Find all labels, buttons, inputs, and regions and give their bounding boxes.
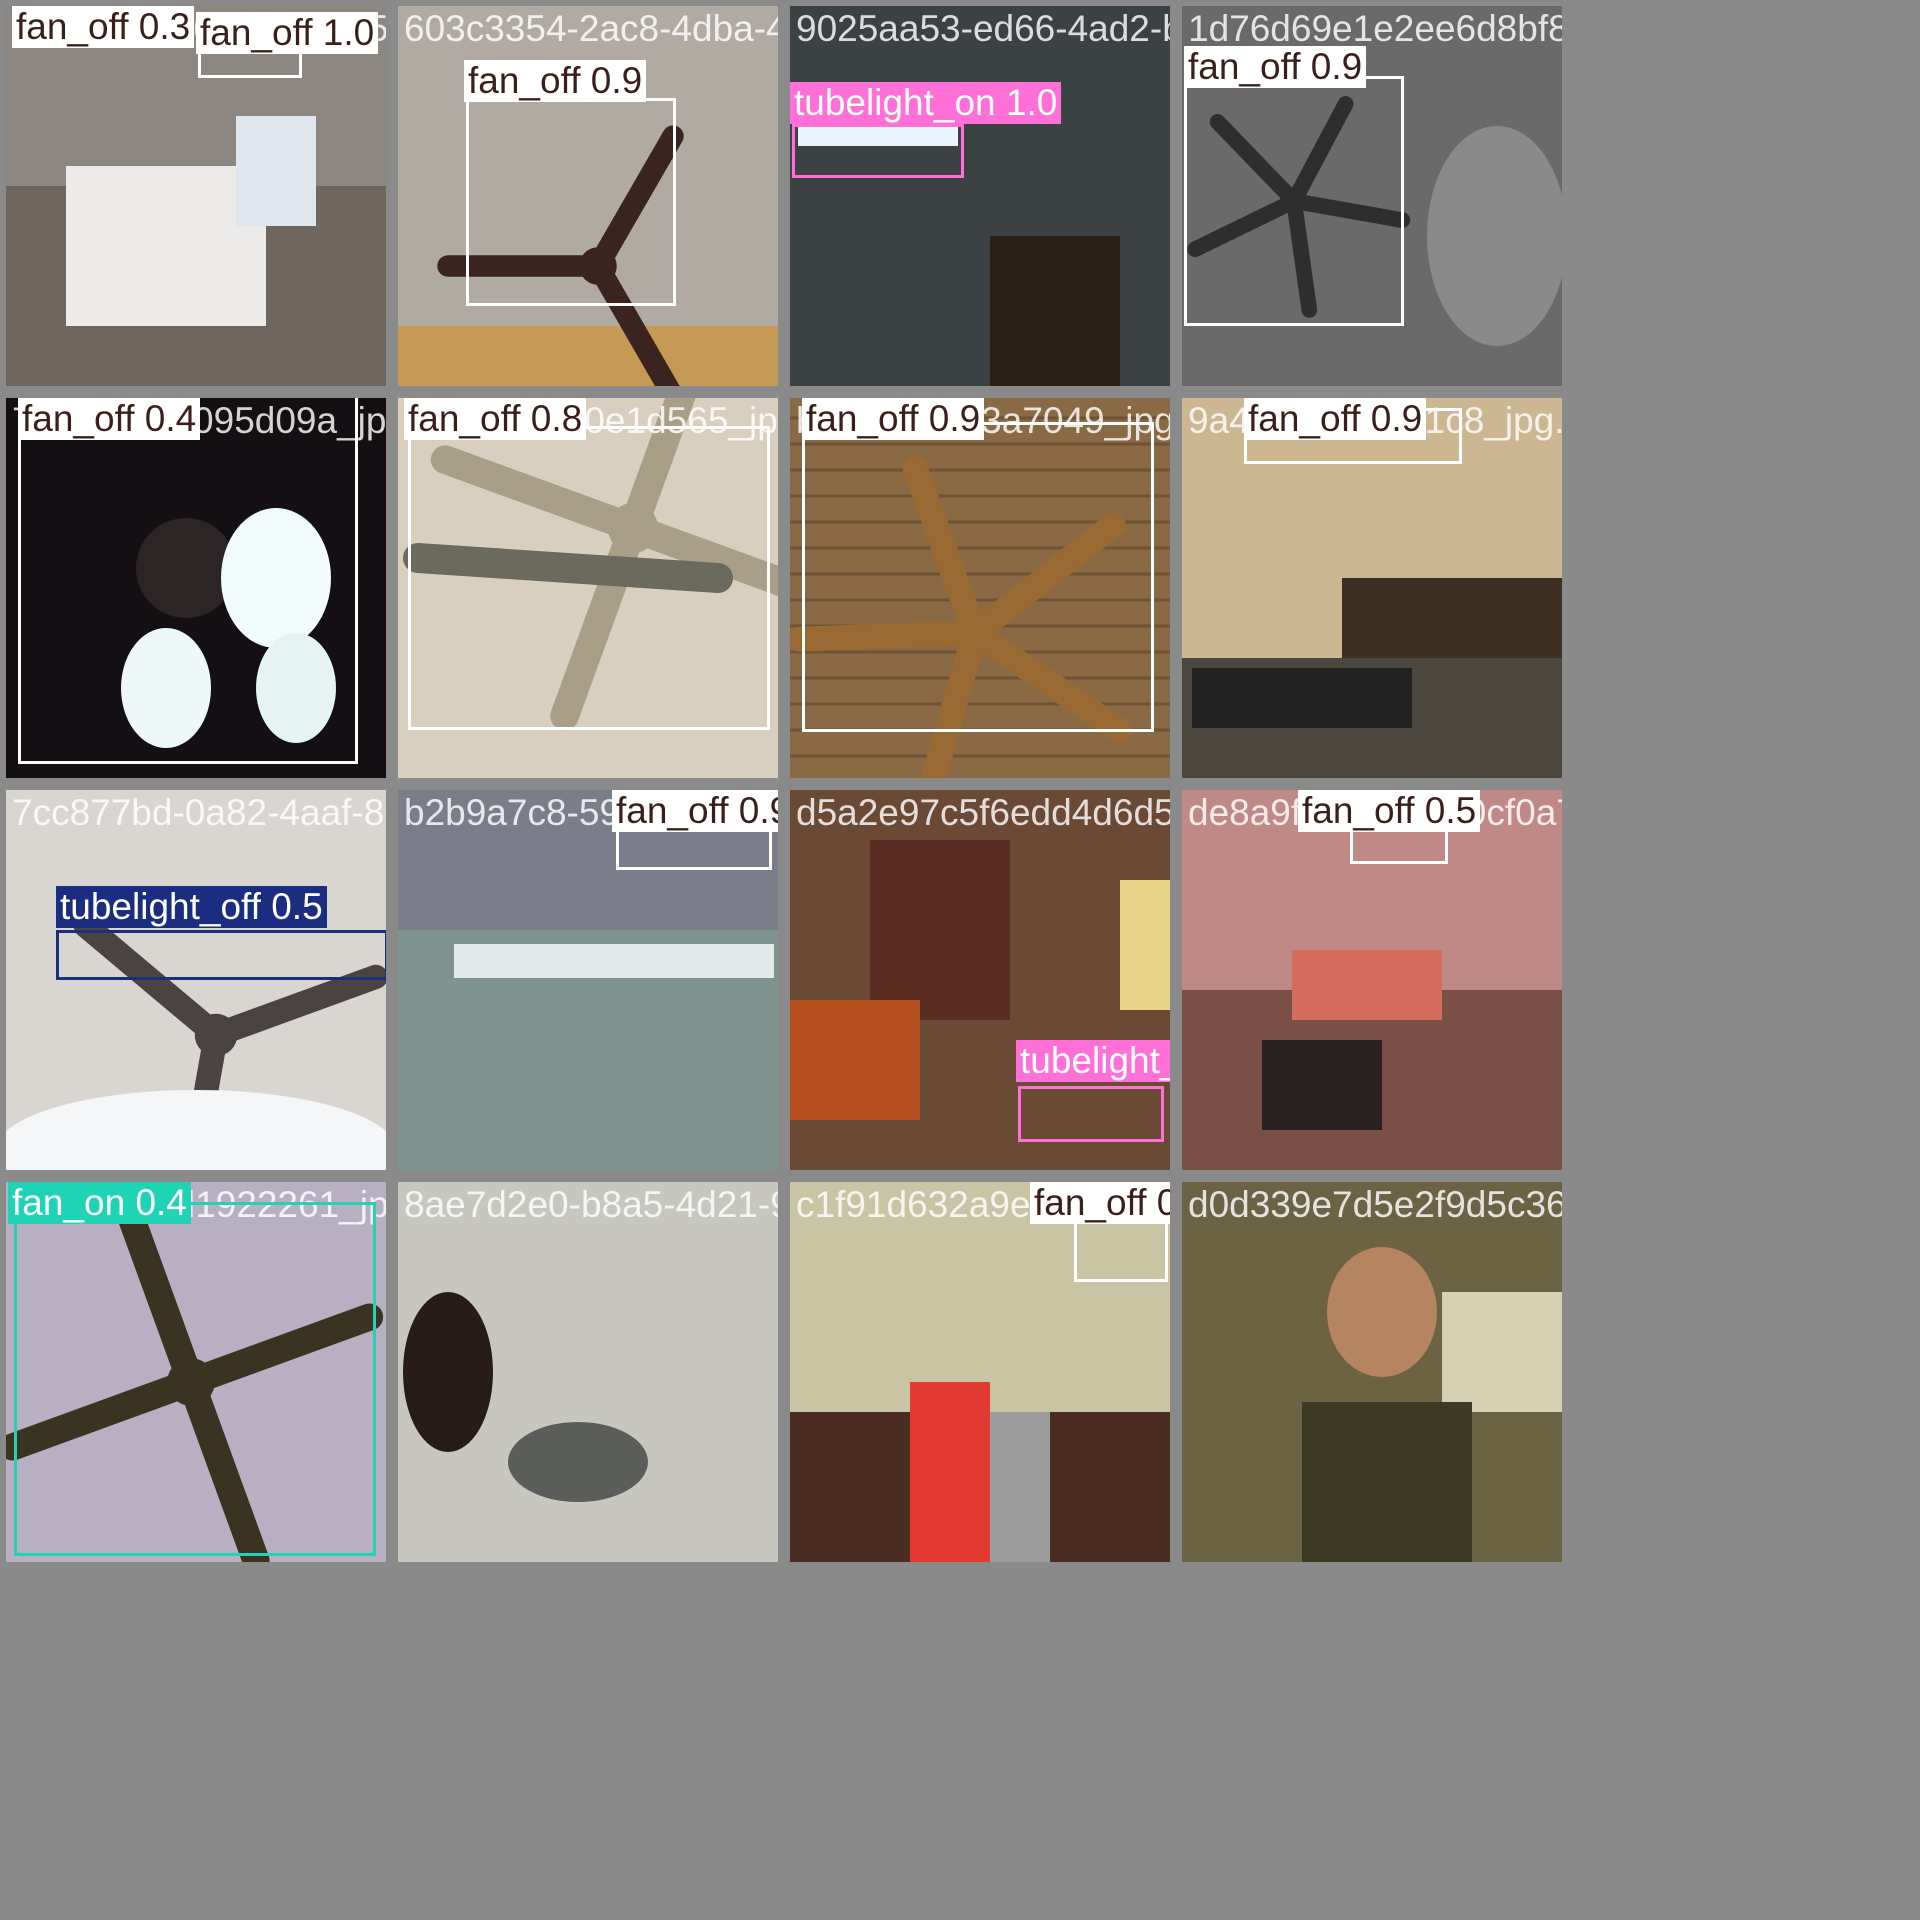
detection-label: tubelight_on 0.3 [1016, 1040, 1170, 1082]
image-tile: 7e212dc1d1922261_jpg.rf.8fan_on 0.4 [6, 1182, 386, 1562]
image-tile: b8f6f7e9db3a7049_jpg.rf.ed8fan_off 0.9 [790, 398, 1170, 778]
detection-box [56, 930, 386, 980]
detection-label: tubelight_on 1.0 [790, 82, 1062, 124]
scene-photo [6, 6, 386, 386]
scene-photo [398, 1182, 778, 1562]
detection-class: fan_off [1302, 790, 1415, 831]
detection-class: fan_off [200, 12, 313, 53]
image-tile: 7cc877bd-0a82-4aaf-8cb5-d6855bda3059_jpg… [6, 790, 386, 1170]
detection-confidence: 0.4 [135, 1182, 187, 1223]
image-tile: b2b9a7c8-591b-4509-bae8-2f55d9f7d63e_jpg… [398, 790, 778, 1170]
image-tile: 1d76d69e1e2ee6d8bf8e5_jpg.rf.55fan_off 0… [1182, 6, 1562, 386]
image-tile: 7c84bd3c1095d09a_jpg.rf.9afan_off 0.4 [6, 398, 386, 778]
detection-class: fan_off [468, 60, 581, 101]
image-tile: 9025aa53-ed66-4ad2-b6c6-b7f8-1d9d2c6b1bc… [790, 6, 1170, 386]
scene-photo [6, 790, 386, 1170]
detection-class: fan_on [12, 1182, 126, 1223]
detection-class: fan_off [16, 6, 129, 47]
image-tile: 7c72ca1646a8a03fd8533a54ae3fd4ac5cd03fan… [6, 6, 386, 386]
detection-class: tubelight_on [794, 82, 996, 123]
image-tile: de8a9f1d5b7a1d0cf0a7rf.07fan_off 0.5 [1182, 790, 1562, 1170]
image-tile: d5a2e97c5f6edd4d6d5e4_jpg.rf.d4tubelight… [790, 790, 1170, 1170]
detection-confidence: 0.5 [1424, 790, 1477, 831]
detection-label: fan_off 0.3 [12, 6, 195, 48]
detection-label: tubelight_off 0.5 [56, 886, 327, 928]
detection-confidence: 0.5 [271, 886, 323, 927]
detection-label: fan_off 0.9 [464, 60, 647, 102]
detection-confidence: 0.9 [738, 790, 778, 831]
image-tile: 8ae7d2e0-b8a5-4d21-95cc-6e9929a8e8b9 [398, 1182, 778, 1562]
detection-confidence: 0.9 [928, 398, 981, 439]
detection-label: fan_off 0.5 [1298, 790, 1481, 832]
detection-class: fan_off [1248, 398, 1361, 439]
detection-class: tubelight_on [1020, 1040, 1170, 1081]
detection-box [14, 1202, 376, 1556]
detection-class: fan_off [408, 398, 521, 439]
detection-confidence: 1.0 [322, 12, 375, 53]
image-tile: c1f91d632a9e1c2e0e9ab9_jpg.rf.94fan_off … [790, 1182, 1170, 1562]
detection-label: fan_off 0.8 [1030, 1182, 1170, 1224]
detection-class: fan_off [806, 398, 919, 439]
detection-box [802, 422, 1154, 732]
detection-label: fan_off 0.8 [404, 398, 587, 440]
detection-box [18, 398, 358, 764]
scene-photo [1182, 1182, 1562, 1562]
detection-label: fan_off 0.9 [1184, 46, 1367, 88]
mosaic-grid: 7c72ca1646a8a03fd8533a54ae3fd4ac5cd03fan… [0, 0, 1920, 1920]
detection-confidence: 0.9 [1370, 398, 1423, 439]
detection-class: fan_off [22, 398, 135, 439]
image-tile: 9a471d2a3f0e1c8_jpg.rf.51fan_off 0.9 [1182, 398, 1562, 778]
detection-label: fan_off 0.9 [612, 790, 778, 832]
detection-confidence: 0.9 [590, 60, 643, 101]
image-tile: c7ff73553c0e1d565_jpg.rf.aafan_off 0.8 [398, 398, 778, 778]
detection-class: tubelight_off [60, 886, 261, 927]
detection-confidence: 0.3 [138, 6, 191, 47]
detection-confidence: 0.8 [1156, 1182, 1170, 1223]
detection-confidence: 0.8 [530, 398, 583, 439]
detection-confidence: 0.9 [1310, 46, 1363, 87]
detection-class: fan_off [616, 790, 729, 831]
detection-label: fan_off 1.0 [196, 12, 379, 54]
detection-class: fan_off [1188, 46, 1301, 87]
detection-box [1184, 76, 1404, 326]
detection-label: fan_off 0.9 [802, 398, 985, 440]
detection-confidence: 0.4 [144, 398, 197, 439]
detection-box [466, 98, 676, 306]
detection-box [408, 426, 770, 730]
image-tile: d0d339e7d5e2f9d5c3657_jpg.rf.0 [1182, 1182, 1562, 1562]
detection-box [792, 124, 964, 178]
detection-class: fan_off [1034, 1182, 1147, 1223]
detection-label: fan_on 0.4 [8, 1182, 191, 1224]
detection-label: fan_off 0.9 [1244, 398, 1427, 440]
detection-confidence: 1.0 [1005, 82, 1058, 123]
detection-box [1018, 1086, 1164, 1142]
detection-label: fan_off 0.4 [18, 398, 201, 440]
scene-photo [790, 6, 1170, 386]
image-tile: 603c3354-2ac8-4dba-4711-8106-9fe5a5f4dbb… [398, 6, 778, 386]
